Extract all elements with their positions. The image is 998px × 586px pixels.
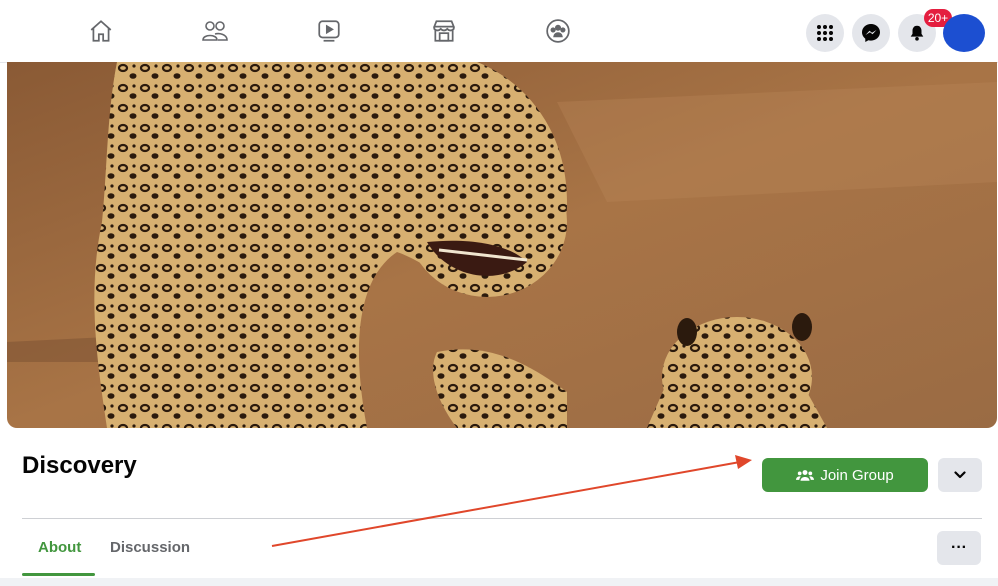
top-navigation-bar: 20+: [0, 0, 998, 63]
leopards-photo: [7, 62, 997, 428]
chevron-down-icon: [954, 471, 966, 479]
join-group-button[interactable]: Join Group: [762, 458, 928, 492]
join-group-label: Join Group: [820, 466, 894, 484]
group-people-icon: [796, 470, 815, 481]
group-name: Discovery: [22, 452, 137, 479]
messenger-icon[interactable]: [852, 14, 890, 52]
group-cover-photo: [7, 62, 997, 428]
marketplace-icon[interactable]: [427, 14, 461, 48]
more-options-button[interactable]: ···: [937, 531, 981, 565]
chevron-down-button[interactable]: [938, 458, 982, 492]
home-icon[interactable]: [84, 14, 118, 48]
more-options-icon: ···: [951, 539, 967, 556]
watch-icon[interactable]: [312, 14, 346, 48]
friends-icon[interactable]: [198, 14, 232, 48]
menu-grid-icon[interactable]: [806, 14, 844, 52]
avatar[interactable]: [943, 14, 985, 52]
active-tab-indicator: [22, 573, 95, 576]
tab-discussion[interactable]: Discussion: [110, 539, 190, 556]
groups-icon[interactable]: [541, 14, 575, 48]
page-background-strip: [0, 578, 998, 586]
header-divider: [22, 518, 982, 519]
tab-about[interactable]: About: [38, 539, 81, 556]
